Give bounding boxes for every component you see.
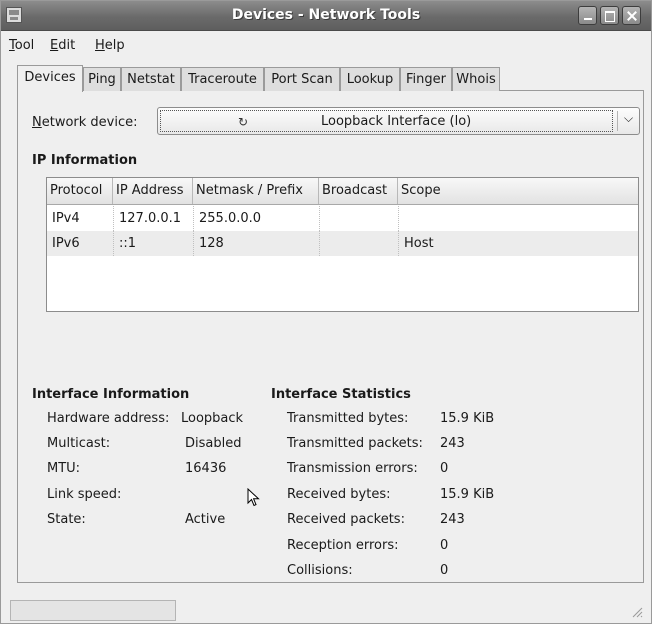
- menu-bar: Tool Edit Help: [1, 32, 651, 58]
- column-header-netmask[interactable]: Netmask / Prefix: [193, 178, 319, 204]
- cell-netmask: 255.0.0.0: [193, 206, 261, 231]
- ip-information-title: IP Information: [32, 153, 138, 168]
- cell-protocol: IPv6: [52, 236, 80, 251]
- cell-netmask: 128: [193, 231, 224, 256]
- network-device-label: Network device:: [32, 115, 138, 130]
- column-header-ip-address[interactable]: IP Address: [113, 178, 193, 204]
- column-header-scope[interactable]: Scope: [398, 178, 638, 204]
- column-header-broadcast[interactable]: Broadcast: [319, 178, 398, 204]
- mtu-label: MTU:: [47, 461, 81, 476]
- transmitted-bytes-value: 15.9 KiB: [440, 411, 495, 426]
- status-bar: [1, 595, 651, 623]
- menu-tool[interactable]: Tool: [9, 38, 34, 53]
- tab-whois[interactable]: Whois: [452, 67, 500, 91]
- reception-errors-label: Reception errors:: [287, 538, 399, 553]
- received-bytes-value: 15.9 KiB: [440, 487, 495, 502]
- menu-tool-label: ool: [14, 38, 35, 53]
- collisions-value: 0: [440, 563, 449, 578]
- title-bar[interactable]: Devices - Network Tools: [1, 1, 651, 31]
- tab-netstat[interactable]: Netstat: [121, 67, 181, 91]
- tab-traceroute[interactable]: Traceroute: [181, 67, 264, 91]
- tab-devices[interactable]: Devices: [17, 65, 83, 92]
- close-button[interactable]: [622, 6, 641, 25]
- cell-protocol: IPv4: [52, 211, 80, 226]
- state-value: Active: [185, 512, 226, 527]
- column-header-protocol[interactable]: Protocol: [47, 178, 113, 204]
- network-device-label-accel: N: [32, 115, 42, 130]
- menu-edit[interactable]: Edit: [50, 38, 75, 53]
- ip-table-header: Protocol IP Address Netmask / Prefix Bro…: [47, 178, 638, 205]
- transmission-errors-label: Transmission errors:: [287, 461, 418, 476]
- status-text: [10, 600, 176, 621]
- cell-scope: [398, 206, 404, 231]
- network-device-select[interactable]: ↻ Loopback Interface (lo) ⌵: [157, 107, 640, 135]
- loopback-icon: ↻: [238, 115, 249, 129]
- hardware-address-value: Loopback: [181, 411, 244, 426]
- window-title: Devices - Network Tools: [231, 7, 421, 23]
- combo-separator: [617, 111, 618, 131]
- mouse-cursor-icon: [247, 488, 260, 507]
- transmission-errors-value: 0: [440, 461, 449, 476]
- chevron-down-icon[interactable]: ⌵: [624, 111, 633, 126]
- tab-lookup[interactable]: Lookup: [340, 67, 400, 91]
- link-speed-label: Link speed:: [47, 487, 122, 502]
- cell-broadcast: [319, 231, 325, 256]
- ip-table[interactable]: Protocol IP Address Netmask / Prefix Bro…: [46, 177, 639, 312]
- network-device-label-text: etwork device:: [41, 115, 138, 130]
- tab-finger[interactable]: Finger: [400, 67, 452, 91]
- maximize-button[interactable]: [600, 6, 619, 25]
- received-packets-label: Received packets:: [287, 512, 405, 527]
- interface-statistics-title: Interface Statistics: [271, 387, 411, 402]
- mtu-value: 16436: [185, 461, 227, 476]
- table-row[interactable]: IPv4 127.0.0.1 255.0.0.0: [47, 206, 638, 231]
- menu-edit-label: dit: [58, 38, 76, 53]
- interface-information-title: Interface Information: [32, 387, 190, 402]
- transmitted-packets-value: 243: [440, 436, 465, 451]
- network-device-value: Loopback Interface (lo): [321, 114, 472, 129]
- minimize-button[interactable]: [578, 6, 597, 25]
- menu-edit-accel: E: [50, 38, 59, 53]
- table-row[interactable]: IPv6 ::1 128 Host: [47, 231, 638, 256]
- cell-ip-address: 127.0.0.1: [113, 206, 181, 231]
- menu-help[interactable]: Help: [95, 38, 125, 53]
- transmitted-bytes-label: Transmitted bytes:: [287, 411, 409, 426]
- tab-ping[interactable]: Ping: [83, 67, 121, 91]
- resize-grip-icon[interactable]: [631, 606, 643, 618]
- tab-port-scan[interactable]: Port Scan: [264, 67, 340, 91]
- state-label: State:: [47, 512, 86, 527]
- app-window: Devices - Network Tools Tool Edit Help D…: [0, 0, 652, 624]
- transmitted-packets-label: Transmitted packets:: [287, 436, 423, 451]
- hardware-address-label: Hardware address:: [47, 411, 170, 426]
- collisions-label: Collisions:: [287, 563, 353, 578]
- received-packets-value: 243: [440, 512, 465, 527]
- received-bytes-label: Received bytes:: [287, 487, 391, 502]
- multicast-label: Multicast:: [47, 436, 111, 451]
- menu-help-label: elp: [104, 38, 125, 53]
- menu-help-accel: H: [95, 38, 105, 53]
- cell-broadcast: [319, 206, 325, 231]
- multicast-value: Disabled: [185, 436, 242, 451]
- reception-errors-value: 0: [440, 538, 449, 553]
- cell-ip-address: ::1: [113, 231, 136, 256]
- cell-scope: Host: [398, 231, 434, 256]
- network-device-focus-ring: ↻ Loopback Interface (lo): [160, 110, 613, 132]
